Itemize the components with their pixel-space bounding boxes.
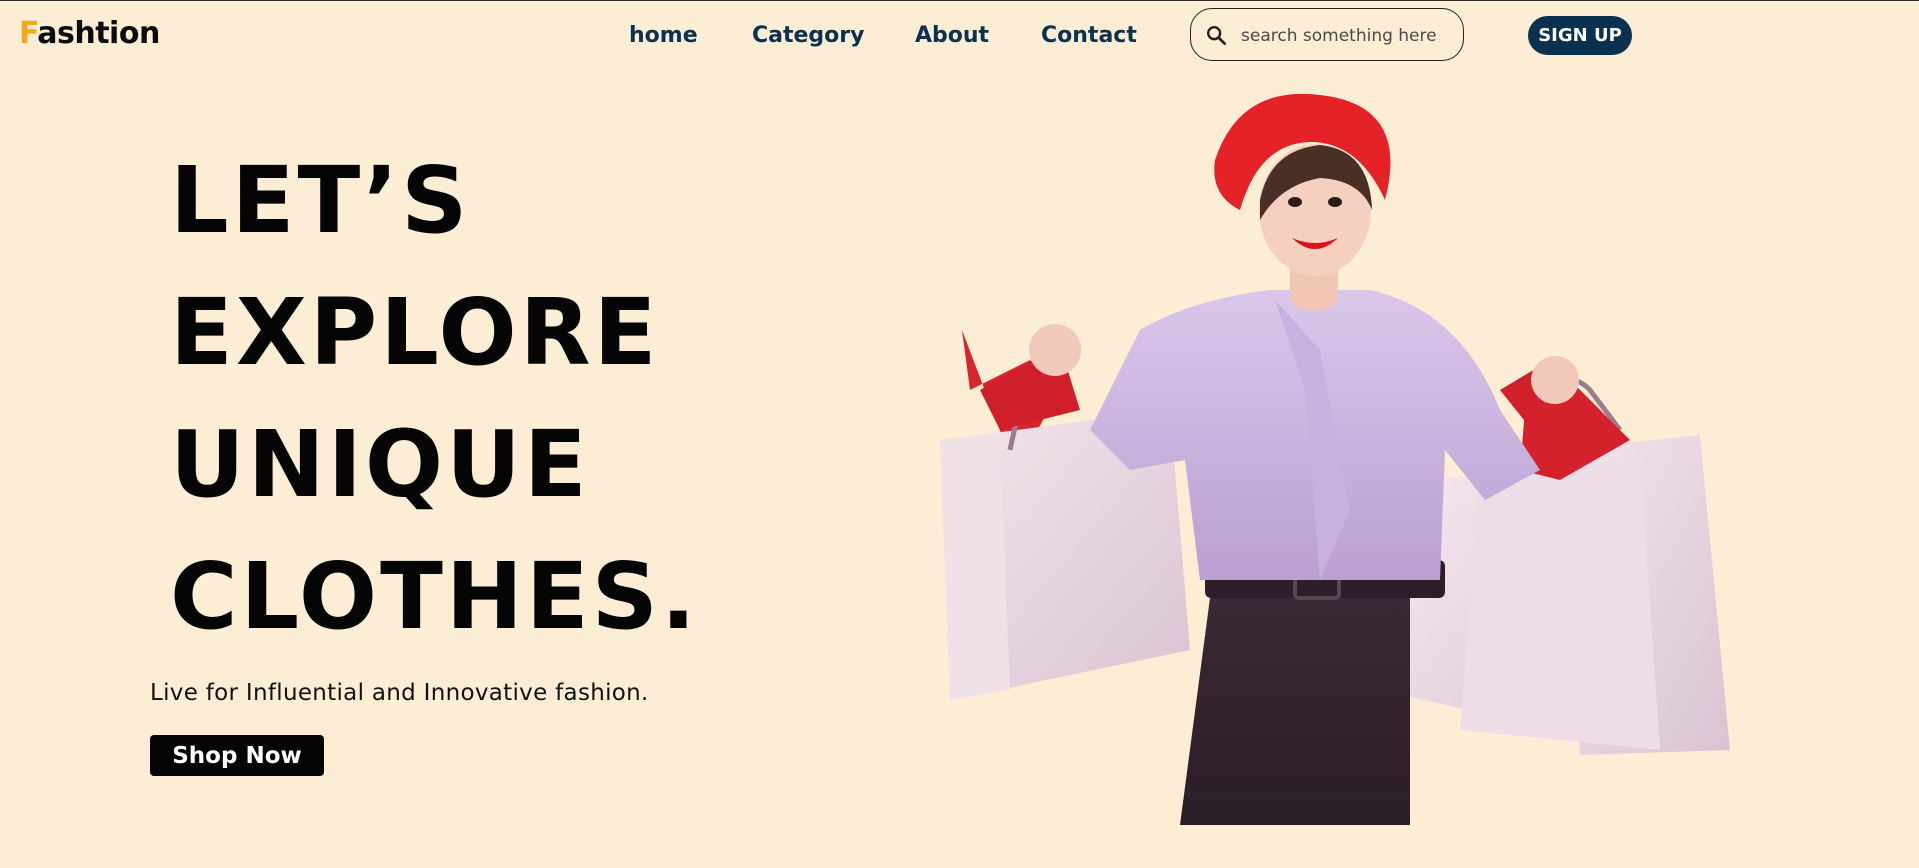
hero-title-line: LET’S: [170, 147, 471, 254]
hero-tagline: Live for Influential and Innovative fash…: [150, 680, 649, 706]
hero-title-line: EXPLORE: [170, 279, 660, 386]
logo-rest: ashtion: [37, 16, 160, 51]
nav-link-category[interactable]: Category: [752, 18, 864, 54]
hero-image: [940, 93, 1730, 825]
search-box[interactable]: [1190, 8, 1464, 61]
pants: [1180, 560, 1410, 825]
hero-title-line: CLOTHES.: [170, 543, 699, 650]
sign-up-button[interactable]: SIGN UP: [1528, 16, 1632, 55]
top-border: [0, 0, 1919, 1]
search-input[interactable]: [1239, 21, 1453, 51]
nav-link-contact[interactable]: Contact: [1041, 18, 1137, 54]
nav-link-about[interactable]: About: [915, 18, 989, 54]
search-icon: [1207, 26, 1227, 46]
hero-title: LET’S EXPLORE UNIQUE CLOTHES.: [170, 135, 699, 663]
logo-first-letter: F: [19, 16, 38, 51]
shop-now-button[interactable]: Shop Now: [150, 735, 324, 776]
nav-link-home[interactable]: home: [629, 18, 698, 54]
hero-title-line: UNIQUE: [170, 411, 590, 518]
brand-logo[interactable]: Fashtion: [19, 14, 160, 54]
